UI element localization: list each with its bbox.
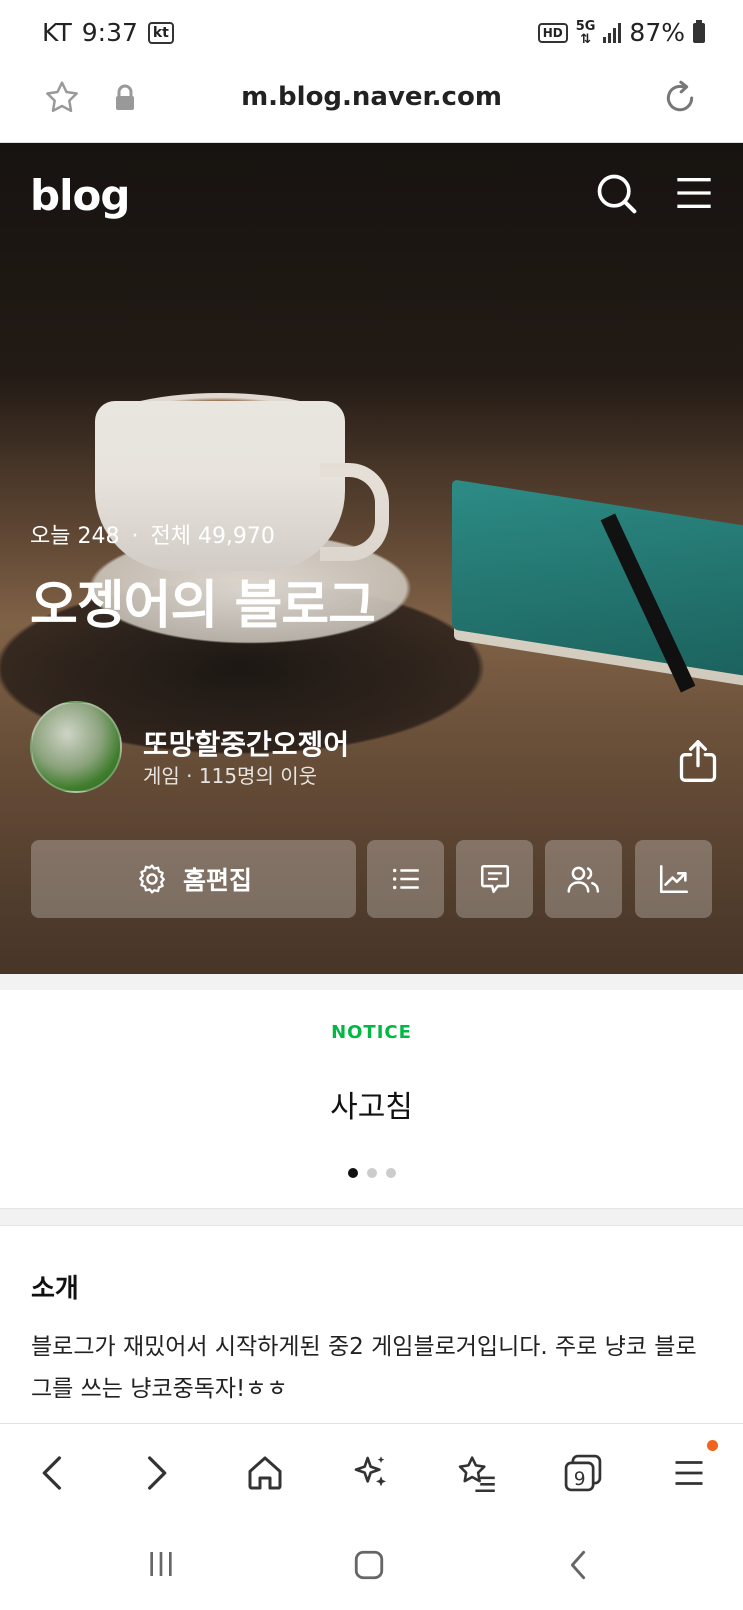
neighbors-button[interactable] [545,840,622,918]
home-edit-label: 홈편집 [182,866,252,895]
section-divider [0,974,743,990]
network-label: 5G [575,18,596,34]
clock: 9:37 [81,18,138,47]
network-5g-icon: 5G ⇅ [575,18,596,47]
system-home-icon[interactable] [352,1548,386,1582]
pagination-dot-active[interactable] [347,1168,358,1178]
reload-icon[interactable] [660,78,700,118]
notice-label: NOTICE [331,1022,412,1043]
status-left: KT 9:37 kt [42,18,174,47]
pagination-dot[interactable] [366,1168,377,1178]
blog-logo[interactable]: blog [30,171,130,220]
url-text[interactable]: m.blog.naver.com [0,82,743,112]
ai-assist-button[interactable] [346,1448,396,1498]
tabs-icon: 9 [564,1454,602,1492]
status-right: HD 5G ⇅ 87% [537,18,705,47]
nickname[interactable]: 또망할중간오젱어 [143,723,349,763]
bookmarks-button[interactable] [452,1448,502,1498]
forward-button[interactable] [133,1448,183,1498]
home-icon [248,1456,282,1490]
bookmark-list-icon [458,1456,495,1493]
visitor-stats: 오늘 248 · 전체 49,970 [30,518,275,550]
status-bar: KT 9:37 kt HD 5G ⇅ 87% [0,0,743,64]
tab-count: 9 [574,1469,586,1490]
intro-title: 소개 [31,1274,79,1304]
browser-menu-button[interactable] [664,1448,714,1498]
people-icon [567,866,599,893]
tabs-button[interactable]: 9 [558,1448,608,1498]
hd-badge: HD [537,22,568,43]
blog-title: 오젱어의 블로그 [30,576,376,636]
signal-icon [603,22,622,43]
gear-icon [139,864,165,894]
system-back-icon[interactable] [565,1548,591,1582]
statistics-button[interactable] [635,840,712,918]
pagination-dot[interactable] [385,1168,396,1178]
blog-hero: blog 오늘 248 · 전체 49,970 오젱어의 블로그 또망할중간오젱어 … [0,143,743,974]
post-list-button[interactable] [367,840,444,918]
section-divider [0,1208,743,1226]
comment-icon [480,864,509,894]
blog-category-neighbors: 게임 · 115명의 이웃 [143,764,318,788]
carrier-badge: kt [147,21,174,44]
back-button[interactable] [26,1448,76,1498]
search-icon[interactable] [594,171,638,215]
recent-apps-icon[interactable] [145,1548,177,1580]
total-visitors: 전체 49,970 [150,524,275,549]
sparkle-icon [354,1456,386,1487]
notice-pagination [0,1168,743,1178]
address-bar: m.blog.naver.com [0,64,743,143]
share-icon[interactable] [676,737,720,787]
battery-icon [693,19,705,43]
chevron-right-icon [148,1456,167,1490]
hamburger-menu-icon [675,1461,703,1485]
notification-dot [707,1440,718,1451]
chevron-left-icon [42,1456,61,1490]
stats-separator: · [131,524,139,549]
home-button[interactable] [240,1448,290,1498]
guestbook-button[interactable] [456,840,533,918]
chart-trend-icon [659,864,688,894]
menu-icon[interactable] [674,173,714,213]
battery-percent: 87% [629,18,685,47]
system-nav-bar [0,1518,743,1610]
today-visitors: 오늘 248 [30,524,120,549]
intro-text: 블로그가 재밌어서 시작하게된 중2 게임블로거입니다. 주로 냥코 블로그를 … [31,1334,697,1402]
home-edit-button[interactable]: 홈편집 [31,840,356,918]
avatar[interactable] [30,701,122,793]
list-icon [392,868,419,890]
notice-text[interactable]: 사고침 [0,1082,743,1126]
carrier-label: KT [42,18,72,47]
